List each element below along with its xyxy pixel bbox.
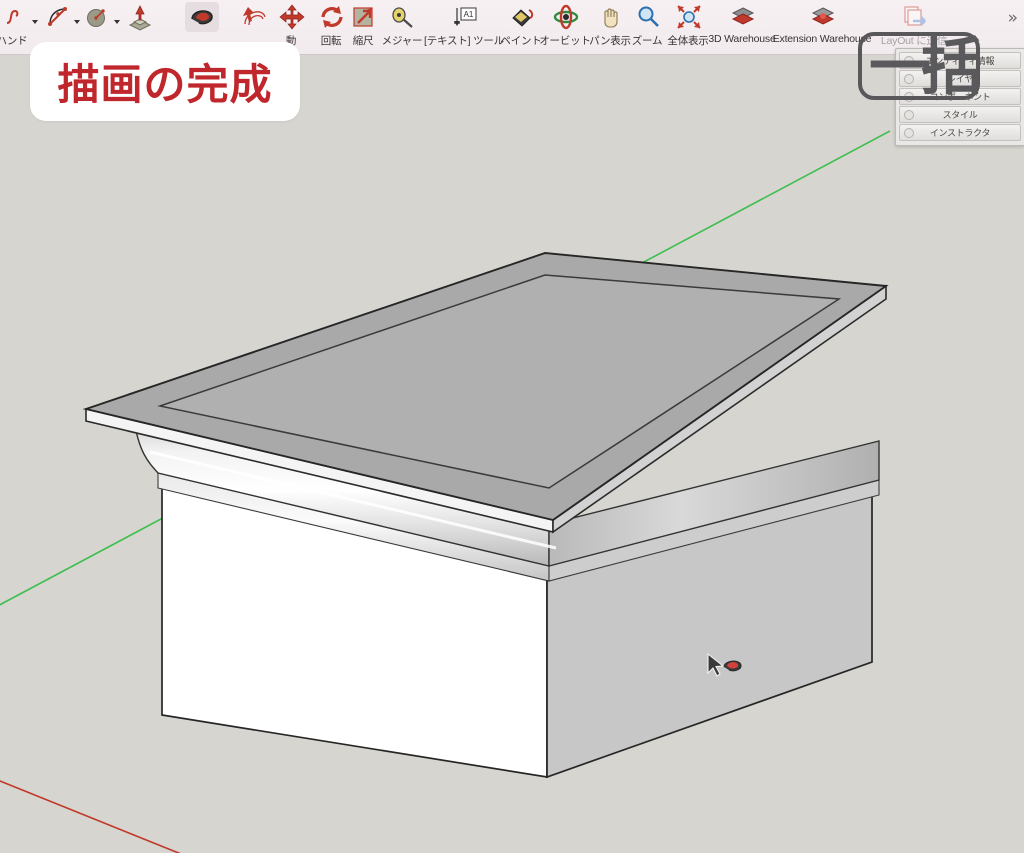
zoom-icon[interactable] xyxy=(633,2,663,32)
paint-bucket-icon[interactable] xyxy=(507,2,537,32)
mouse-cursor xyxy=(706,652,748,683)
tray-item-label: エンティティ情報 xyxy=(925,56,995,66)
tray-panel[interactable]: エンティティ情報 レイヤ コンポーネント スタイル インストラクタ xyxy=(895,48,1024,146)
tool-label-paint: ペイント xyxy=(500,35,542,47)
arc-icon[interactable] xyxy=(42,2,72,32)
tool-label-zoom-extents: 全体表示 xyxy=(667,35,709,47)
tape-measure-icon[interactable] xyxy=(388,2,418,32)
send-to-layout-icon[interactable] xyxy=(900,2,930,32)
circle-dropdown-caret[interactable] xyxy=(114,20,120,24)
tool-label-orbit: オービット xyxy=(539,35,591,47)
text-tool-icon[interactable]: A1 xyxy=(450,2,480,32)
tray-item-label: レイヤ xyxy=(947,74,973,84)
title-badge: 描画の完成 xyxy=(30,42,300,121)
tray-item-label: スタイル xyxy=(942,110,978,120)
offset-icon[interactable] xyxy=(240,2,270,32)
tray-item-components[interactable]: コンポーネント xyxy=(899,88,1021,105)
tool-label-text: [テキスト] ツール xyxy=(424,35,504,47)
rotate-icon[interactable] xyxy=(317,2,347,32)
tool-label-zoom: ズーム xyxy=(631,35,663,47)
tray-item-instructor[interactable]: インストラクタ xyxy=(899,124,1021,141)
sketchup-window: A1 » ンド 動 回転 縮尺 メジャー [テキスト] ツール ペイント オービ… xyxy=(0,0,1024,853)
toolbar-overflow-chevron[interactable]: » xyxy=(1008,8,1018,28)
title-badge-text: 描画の完成 xyxy=(57,60,273,109)
red-axis xyxy=(0,780,181,853)
scale-icon[interactable] xyxy=(349,2,379,32)
tool-label-extension-warehouse: Extension Warehouse xyxy=(772,33,872,45)
model-viewport[interactable] xyxy=(0,54,1024,853)
tool-label-3d-warehouse: 3D Warehouse xyxy=(708,33,776,45)
model-canvas xyxy=(0,130,891,853)
tray-item-entity-info[interactable]: エンティティ情報 xyxy=(899,52,1021,69)
extension-warehouse-icon[interactable] xyxy=(808,2,838,32)
push-pull-icon[interactable] xyxy=(125,2,155,32)
tray-item-styles[interactable]: スタイル xyxy=(899,106,1021,123)
tool-label-measure: メジャー xyxy=(381,35,423,47)
warehouse-3d-icon[interactable] xyxy=(728,2,758,32)
tray-item-layers[interactable]: レイヤ xyxy=(899,70,1021,87)
tool-label-send-to-layout: LayOut に送信 xyxy=(880,35,948,47)
move-icon[interactable] xyxy=(277,2,307,32)
freehand-icon[interactable] xyxy=(0,2,30,32)
tool-label-scale: 縮尺 xyxy=(352,35,374,47)
freehand-dropdown-caret[interactable] xyxy=(32,20,38,24)
tool-label-freehand: ハンド xyxy=(0,35,28,47)
orbit-icon[interactable] xyxy=(551,2,581,32)
tool-label-rotate: 回転 xyxy=(320,35,342,47)
circle-icon[interactable] xyxy=(82,2,112,32)
follow-me-cursor-glyph xyxy=(723,660,742,672)
zoom-extents-icon[interactable] xyxy=(674,2,704,32)
tray-item-label: コンポーネント xyxy=(929,92,991,102)
follow-me-icon[interactable] xyxy=(185,2,219,32)
tray-item-label: インストラクタ xyxy=(929,128,991,138)
arc-dropdown-caret[interactable] xyxy=(74,20,80,24)
toolbar-icon-row: A1 » xyxy=(0,0,1024,34)
svg-text:A1: A1 xyxy=(464,10,474,19)
tool-label-pan: パン表示 xyxy=(589,35,631,47)
pan-icon[interactable] xyxy=(596,2,626,32)
